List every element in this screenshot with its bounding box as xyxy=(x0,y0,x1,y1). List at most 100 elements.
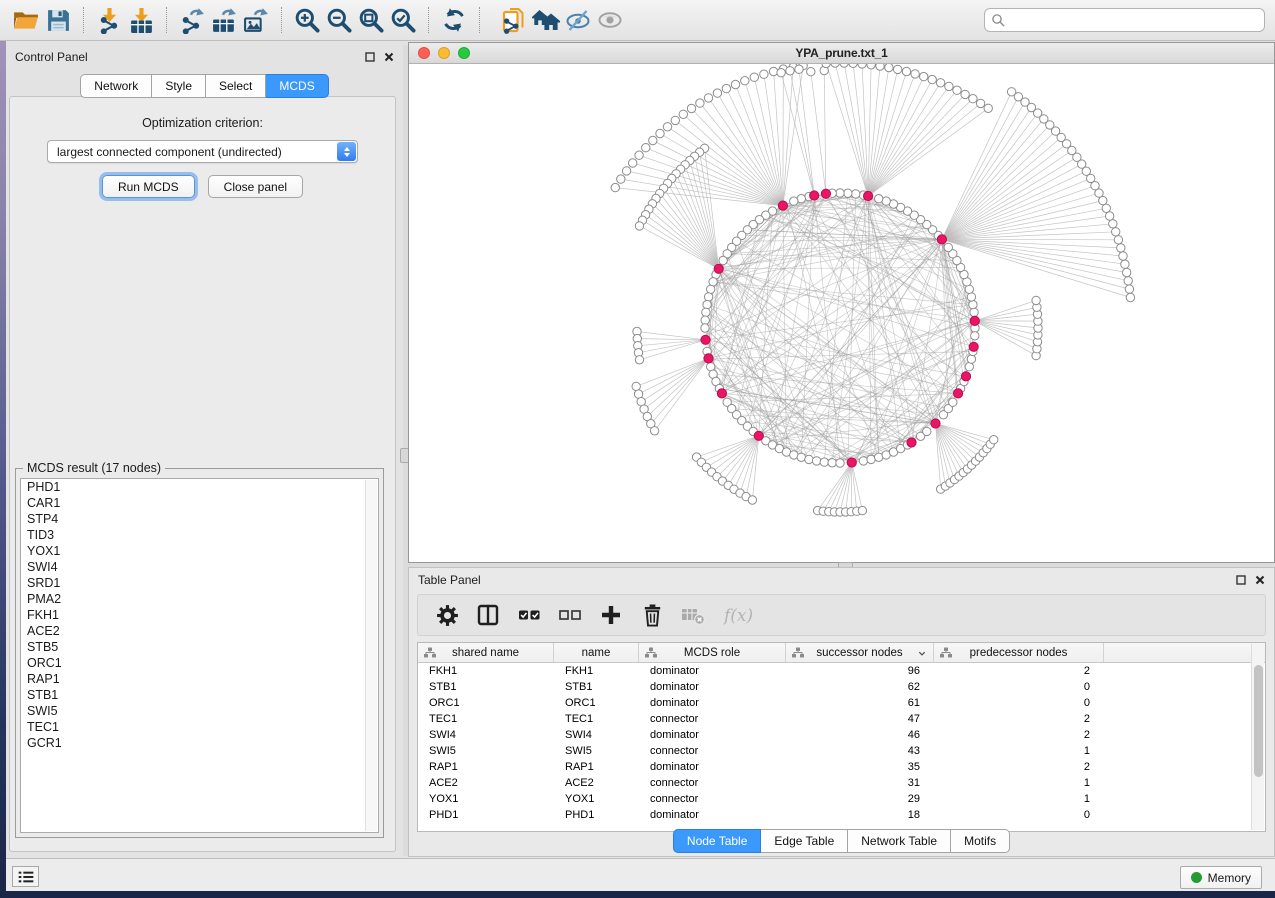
task-history-button[interactable] xyxy=(12,866,39,887)
graph-node[interactable] xyxy=(867,455,875,463)
graph-node[interactable] xyxy=(777,69,785,77)
graph-node[interactable] xyxy=(923,427,931,435)
mcds-result-item[interactable]: SWI4 xyxy=(21,559,378,575)
refresh-icon[interactable] xyxy=(438,4,470,36)
column-header-shared-name[interactable]: shared name xyxy=(418,643,554,662)
mcds-result-item[interactable]: ORC1 xyxy=(21,655,378,671)
criterion-dropdown[interactable]: largest connected component (undirected) xyxy=(47,140,358,163)
close-panel-icon[interactable] xyxy=(384,52,394,62)
graph-node[interactable] xyxy=(836,189,844,197)
graph-node[interactable] xyxy=(902,67,910,75)
graph-node[interactable] xyxy=(867,64,875,69)
graph-node-mcds[interactable] xyxy=(778,201,787,210)
graph-node[interactable] xyxy=(885,64,893,72)
close-window-icon[interactable] xyxy=(418,47,430,59)
graph-node[interactable] xyxy=(990,436,998,444)
graph-node-mcds[interactable] xyxy=(704,354,713,363)
table-scrollbar-thumb[interactable] xyxy=(1254,665,1263,777)
graph-node[interactable] xyxy=(748,496,756,504)
graph-node[interactable] xyxy=(936,79,944,87)
graph-node[interactable] xyxy=(1125,285,1133,293)
eye-icon[interactable] xyxy=(594,4,626,36)
graph-node[interactable] xyxy=(944,243,952,251)
mcds-result-item[interactable]: PHD1 xyxy=(21,479,378,495)
graph-node[interactable] xyxy=(822,64,830,68)
graph-node[interactable] xyxy=(911,70,919,78)
graph-node-mcds[interactable] xyxy=(847,458,856,467)
graph-node[interactable] xyxy=(622,167,630,175)
table-row[interactable]: ORC1ORC1dominator610 xyxy=(418,695,1265,711)
float-panel-icon[interactable] xyxy=(1236,575,1246,585)
tab-network-table[interactable]: Network Table xyxy=(848,829,951,853)
graph-node[interactable] xyxy=(722,84,730,92)
graph-node[interactable] xyxy=(971,332,979,340)
table-scrollbar[interactable] xyxy=(1251,644,1264,830)
column-header-name[interactable]: name xyxy=(554,643,639,662)
clone-network-icon[interactable] xyxy=(498,4,530,36)
column-header-predecessor-nodes[interactable]: predecessor nodes xyxy=(934,643,1104,662)
graph-node[interactable] xyxy=(611,183,619,191)
graph-node[interactable] xyxy=(703,300,711,308)
export-table-icon[interactable] xyxy=(208,4,240,36)
graph-node[interactable] xyxy=(831,64,839,67)
graph-node-mcds[interactable] xyxy=(931,419,940,428)
graph-node[interactable] xyxy=(679,110,687,118)
graph-node[interactable] xyxy=(713,89,721,97)
graph-node[interactable] xyxy=(704,293,712,301)
import-network-icon[interactable] xyxy=(93,4,125,36)
graph-node[interactable] xyxy=(1124,277,1132,285)
graph-node[interactable] xyxy=(961,90,969,98)
graph-node[interactable] xyxy=(635,222,643,230)
graph-node[interactable] xyxy=(1117,244,1125,252)
run-mcds-button[interactable]: Run MCDS xyxy=(102,175,195,198)
graph-node[interactable] xyxy=(635,151,643,159)
graph-node[interactable] xyxy=(949,398,957,406)
column-header-MCDS-role[interactable]: MCDS role xyxy=(639,643,786,662)
graph-node[interactable] xyxy=(836,459,844,467)
zoom-out-icon[interactable] xyxy=(323,4,355,36)
mcds-result-list[interactable]: PHD1CAR1STP4TID3YOX1SWI4SRD1PMA2FKH1ACE2… xyxy=(20,478,379,833)
tab-style[interactable]: Style xyxy=(152,74,206,98)
graph-node[interactable] xyxy=(769,67,777,75)
graph-node[interactable] xyxy=(807,68,815,76)
graph-node[interactable] xyxy=(805,455,813,463)
mcds-result-item[interactable]: STB5 xyxy=(21,639,378,655)
graph-node[interactable] xyxy=(632,382,640,390)
network-canvas[interactable] xyxy=(409,64,1274,562)
sort-chevron-icon[interactable] xyxy=(917,649,927,661)
graph-node[interactable] xyxy=(704,94,712,102)
graph-node[interactable] xyxy=(760,70,768,78)
import-table-icon[interactable] xyxy=(125,4,157,36)
graph-node[interactable] xyxy=(953,86,961,94)
float-panel-icon[interactable] xyxy=(365,52,375,62)
graph-node[interactable] xyxy=(1007,88,1015,96)
search-box[interactable] xyxy=(984,8,1265,32)
graph-node[interactable] xyxy=(876,64,884,70)
graph-node-mcds[interactable] xyxy=(701,335,710,344)
graph-node[interactable] xyxy=(945,82,953,90)
graph-node[interactable] xyxy=(642,144,650,152)
gear-icon[interactable] xyxy=(434,602,460,628)
graph-node[interactable] xyxy=(741,77,749,85)
clear-checks-icon[interactable] xyxy=(557,602,583,628)
mcds-result-item[interactable]: SWI5 xyxy=(21,703,378,719)
graph-node[interactable] xyxy=(844,189,852,197)
graph-node[interactable] xyxy=(1106,212,1114,220)
graph-node[interactable] xyxy=(702,308,710,316)
graph-node[interactable] xyxy=(928,75,936,83)
table-row[interactable]: PHD1PHD1dominator180 xyxy=(418,807,1265,823)
trash-icon[interactable] xyxy=(639,602,665,628)
graph-node[interactable] xyxy=(967,355,975,363)
mcds-result-item[interactable]: STB1 xyxy=(21,687,378,703)
tab-network[interactable]: Network xyxy=(80,74,152,98)
select-checks-icon[interactable] xyxy=(516,602,542,628)
graph-node[interactable] xyxy=(656,129,664,137)
table-row[interactable]: SWI5SWI5connector431 xyxy=(418,743,1265,759)
column-header-successor-nodes[interactable]: successor nodes xyxy=(786,643,934,662)
graph-node-mcds[interactable] xyxy=(714,264,723,273)
graph-node[interactable] xyxy=(859,457,867,465)
table-row[interactable]: TEC1TEC1connector472 xyxy=(418,711,1265,727)
graph-node[interactable] xyxy=(1032,296,1040,304)
graph-node[interactable] xyxy=(858,506,866,514)
graph-node[interactable] xyxy=(976,99,984,107)
